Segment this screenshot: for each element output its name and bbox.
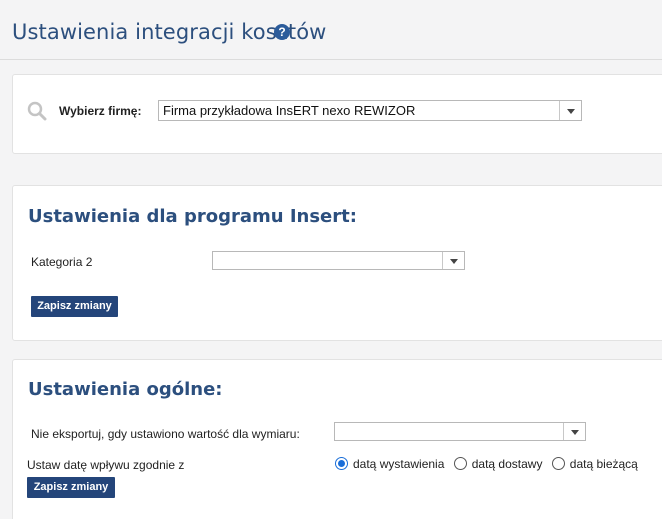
date-label: Ustaw datę wpływu zgodnie z — [27, 458, 185, 472]
insert-settings-title: Ustawienia dla programu Insert: — [28, 206, 357, 227]
category-select[interactable] — [212, 251, 465, 270]
chevron-down-icon[interactable] — [563, 423, 585, 440]
radio-option-issue-date[interactable]: datą wystawienia — [335, 457, 444, 471]
page-header: Ustawienia integracji kosztów ? — [0, 0, 662, 60]
general-settings-panel: Ustawienia ogólne: Nie eksportuj, gdy us… — [12, 359, 662, 519]
radio-button[interactable] — [335, 457, 348, 470]
save-general-settings-button[interactable]: Zapisz zmiany — [27, 477, 115, 498]
save-insert-settings-button[interactable]: Zapisz zmiany — [31, 296, 118, 317]
help-icon[interactable]: ? — [274, 24, 290, 40]
general-settings-title: Ustawienia ogólne: — [28, 379, 223, 400]
company-label: Wybierz firmę: — [59, 104, 142, 118]
radio-label: datą wystawienia — [353, 457, 445, 471]
radio-label: datą dostawy — [471, 457, 543, 471]
company-select-value: Firma przykładowa InsERT nexo REWIZOR — [163, 103, 416, 118]
search-icon — [27, 101, 47, 121]
dimension-label: Nie eksportuj, gdy ustawiono wartość dla… — [31, 427, 300, 441]
insert-settings-panel: Ustawienia dla programu Insert: Kategori… — [12, 185, 662, 341]
radio-option-delivery-date[interactable]: datą dostawy — [453, 457, 543, 471]
chevron-down-icon[interactable] — [559, 101, 581, 120]
chevron-down-icon[interactable] — [442, 252, 464, 269]
date-radio-group: datą wystawienia datą dostawy datą bieżą… — [335, 457, 644, 471]
radio-option-current-date[interactable]: datą bieżącą — [551, 457, 638, 471]
radio-button[interactable] — [453, 457, 467, 470]
company-panel: Wybierz firmę: Firma przykładowa InsERT … — [12, 74, 662, 154]
company-select[interactable]: Firma przykładowa InsERT nexo REWIZOR — [158, 100, 582, 121]
dimension-select[interactable] — [334, 422, 586, 441]
radio-button[interactable] — [551, 457, 565, 470]
radio-label: datą bieżącą — [569, 457, 638, 471]
category-label: Kategoria 2 — [31, 255, 93, 269]
